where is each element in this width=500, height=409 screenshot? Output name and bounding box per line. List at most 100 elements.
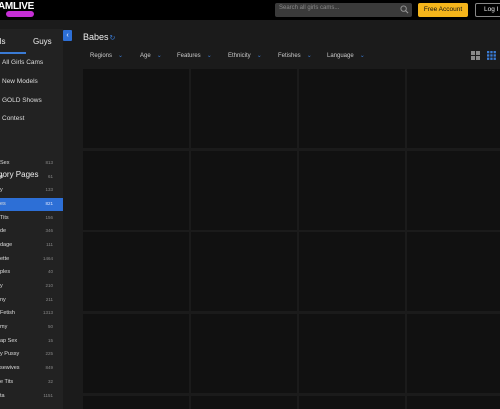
- refresh-icon[interactable]: ↻: [110, 34, 116, 42]
- filter-label: Language: [327, 53, 354, 59]
- category-item[interactable]: e Tits 32: [0, 376, 63, 389]
- category-name: y: [0, 283, 3, 289]
- site-logo[interactable]: AMLIVE: [0, 1, 38, 18]
- category-count: 40: [47, 269, 53, 274]
- category-count: 813: [45, 160, 53, 165]
- collapse-sidebar-button[interactable]: ‹: [63, 30, 72, 41]
- category-item[interactable]: y Pussy 225: [0, 348, 63, 361]
- filter-label: Features: [177, 53, 201, 59]
- search-placeholder: Search all girls cams...: [279, 5, 340, 11]
- category-item[interactable]: Tits 156: [0, 212, 63, 225]
- cam-tile[interactable]: [407, 69, 500, 148]
- category-name: es: [0, 201, 6, 207]
- cam-tile[interactable]: [299, 69, 405, 148]
- category-name: ples: [0, 269, 11, 275]
- chevron-down-icon: ⌄: [156, 53, 162, 59]
- category-name: n: [0, 174, 4, 180]
- active-tab-indicator: [0, 52, 26, 54]
- category-count: 32: [47, 379, 53, 384]
- large-grid-view-icon[interactable]: [471, 51, 480, 60]
- cam-tile[interactable]: [83, 314, 189, 393]
- category-count: 1151: [43, 393, 53, 398]
- category-item[interactable]: ette 1464: [0, 253, 63, 266]
- category-item[interactable]: Sex 813: [0, 157, 63, 170]
- cam-tile[interactable]: [407, 232, 500, 311]
- category-item-active[interactable]: es 821: [0, 198, 63, 211]
- chevron-down-icon: ⌄: [359, 53, 365, 59]
- filter-language[interactable]: Language ⌄: [327, 52, 365, 59]
- category-count: 210: [45, 283, 53, 288]
- category-name: y Pussy: [0, 351, 20, 357]
- cam-tile[interactable]: [299, 151, 405, 230]
- cam-tile[interactable]: [191, 151, 297, 230]
- category-item[interactable]: sewives 849: [0, 362, 63, 375]
- cam-tile[interactable]: [191, 232, 297, 311]
- sidebar-link-new-models[interactable]: New Models: [2, 78, 38, 85]
- category-item[interactable]: de 346: [0, 225, 63, 238]
- filter-label: Age: [140, 53, 151, 59]
- cam-tile[interactable]: [83, 396, 189, 409]
- chevron-down-icon: ⌄: [256, 53, 262, 59]
- category-name: dage: [0, 242, 13, 248]
- filter-regions[interactable]: Regions ⌄: [90, 52, 123, 59]
- category-count: 111: [46, 242, 53, 247]
- cam-tile[interactable]: [191, 314, 297, 393]
- cam-tile[interactable]: [83, 232, 189, 311]
- small-grid-view-icon[interactable]: [487, 51, 496, 60]
- category-count: 211: [45, 297, 53, 302]
- category-name: Sex: [0, 160, 10, 166]
- cam-tile[interactable]: [299, 314, 405, 393]
- cam-tile[interactable]: [191, 69, 297, 148]
- page-title-text: Babes: [83, 32, 109, 42]
- page-title: Babes↻: [83, 32, 115, 42]
- category-name: sewives: [0, 365, 20, 371]
- search-input[interactable]: Search all girls cams...: [275, 3, 412, 17]
- filter-label: Regions: [90, 53, 113, 59]
- filter-label: Ethnicity: [228, 53, 251, 59]
- cam-tile[interactable]: [299, 232, 405, 311]
- sidebar-tabs: rls Guys: [0, 29, 63, 54]
- category-item[interactable]: ny 211: [0, 294, 63, 307]
- filter-fetishes[interactable]: Fetishes ⌄: [278, 52, 312, 59]
- sidebar-link-contest[interactable]: Contest: [2, 115, 24, 122]
- cam-tile[interactable]: [407, 396, 500, 409]
- category-count: 133: [45, 187, 53, 192]
- category-item[interactable]: n 61: [0, 171, 63, 184]
- category-item[interactable]: y 133: [0, 184, 63, 197]
- cam-tile[interactable]: [407, 314, 500, 393]
- sidebar-link-gold-shows[interactable]: GOLD Shows: [2, 97, 42, 104]
- cam-tile[interactable]: [299, 396, 405, 409]
- category-item[interactable]: Fetish 1313: [0, 307, 63, 320]
- category-item[interactable]: ap Sex 15: [0, 335, 63, 348]
- category-item[interactable]: ples 40: [0, 266, 63, 279]
- filter-age[interactable]: Age ⌄: [140, 52, 162, 59]
- category-item[interactable]: ta 1151: [0, 390, 63, 403]
- category-count: 849: [45, 365, 53, 370]
- category-item[interactable]: y 210: [0, 280, 63, 293]
- tab-girls[interactable]: rls: [0, 37, 5, 46]
- sidebar-link-all-girls[interactable]: All Girls Cams: [2, 59, 43, 66]
- chevron-down-icon: ⌄: [206, 53, 212, 59]
- chevron-left-icon: ‹: [66, 32, 69, 39]
- category-item[interactable]: dage 111: [0, 239, 63, 252]
- filter-features[interactable]: Features ⌄: [177, 52, 212, 59]
- cam-tile[interactable]: [407, 151, 500, 230]
- category-name: my: [0, 324, 8, 330]
- category-item[interactable]: my 50: [0, 321, 63, 334]
- category-name: de: [0, 228, 7, 234]
- tab-guys[interactable]: Guys: [33, 37, 52, 46]
- category-name: ap Sex: [0, 338, 18, 344]
- top-bar: AMLIVE Search all girls cams... Free Acc…: [0, 0, 500, 20]
- category-count: 821: [45, 201, 53, 206]
- free-account-button[interactable]: Free Account: [418, 3, 468, 17]
- category-name: ta: [0, 393, 5, 399]
- category-count: 50: [47, 324, 53, 329]
- cam-tile[interactable]: [83, 69, 189, 148]
- login-button[interactable]: Log I: [475, 3, 500, 17]
- filter-ethnicity[interactable]: Ethnicity ⌄: [228, 52, 262, 59]
- search-icon[interactable]: [400, 5, 409, 14]
- cam-tile[interactable]: [83, 151, 189, 230]
- category-name: Tits: [0, 215, 9, 221]
- cam-grid: [83, 69, 500, 409]
- cam-tile[interactable]: [191, 396, 297, 409]
